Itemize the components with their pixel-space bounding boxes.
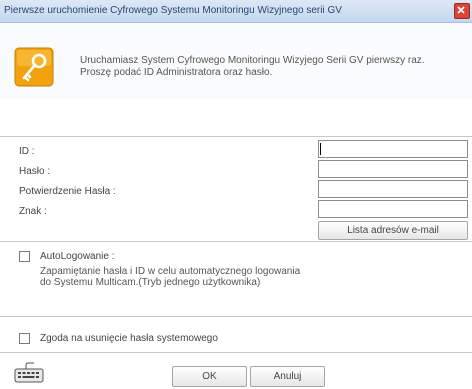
hint-input[interactable]: [318, 200, 468, 218]
header-divider: [0, 136, 472, 137]
header-message: Uruchamiasz System Cyfrowego Monitoringu…: [80, 55, 465, 79]
email-list-button[interactable]: Lista adresów e-mail: [318, 221, 468, 240]
autologin-description: Zapamiętanie hasła i ID w celu automatyc…: [40, 266, 301, 288]
confirm-password-label: Potwierdzenie Hasła :: [19, 186, 116, 197]
autologin-divider: [0, 316, 472, 317]
footer-divider: [0, 352, 472, 353]
close-button[interactable]: [454, 3, 470, 19]
id-input[interactable]: [318, 140, 468, 158]
title-bar: Pierwsze uruchomienie Cyfrowego Systemu …: [0, 0, 472, 23]
form-divider: [0, 241, 472, 242]
header-line-2: Proszę podać ID Administratora oraz hasł…: [80, 67, 273, 78]
key-icon: [14, 47, 54, 87]
text-caret: [320, 143, 321, 155]
confirm-password-input[interactable]: [318, 180, 468, 198]
cancel-button[interactable]: Anuluj: [250, 366, 325, 387]
password-label: Hasło :: [19, 166, 51, 177]
ok-button[interactable]: OK: [172, 366, 247, 387]
autologin-checkbox[interactable]: [19, 251, 30, 262]
remove-password-checkbox[interactable]: [19, 333, 30, 344]
remove-password-label: Zgoda na usunięcie hasła systemowego: [40, 333, 218, 344]
header-line-1: Uruchamiasz System Cyfrowego Monitoringu…: [80, 55, 425, 66]
autologin-label: AutoLogowanie :: [40, 251, 115, 262]
keyboard-icon[interactable]: [14, 362, 44, 384]
window-title: Pierwsze uruchomienie Cyfrowego Systemu …: [4, 5, 342, 16]
header-panel: Uruchamiasz System Cyfrowego Monitoringu…: [0, 23, 472, 99]
id-label: ID :: [19, 146, 35, 157]
close-icon: [457, 6, 465, 14]
password-input[interactable]: [318, 160, 468, 178]
hint-label: Znak :: [19, 206, 47, 217]
